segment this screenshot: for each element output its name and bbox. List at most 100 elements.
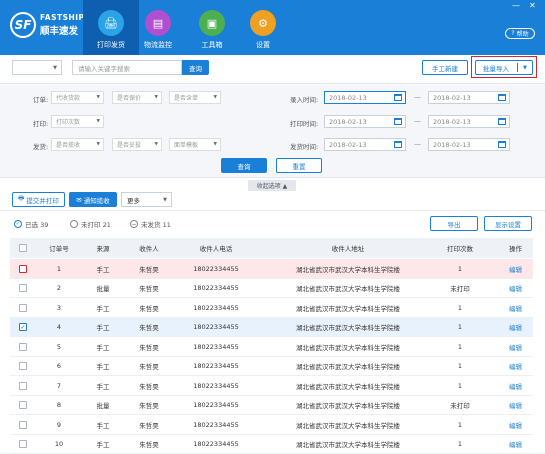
filter-panel: 订单: 代收货款 是否保价 是否含单 打印: 打印次数 发货: 是否揽收 是否妥… (0, 83, 545, 178)
contains-order-select[interactable]: 是否含单 (169, 91, 221, 104)
row-checkbox[interactable] (19, 304, 27, 312)
help-button[interactable]: ?帮助 (505, 28, 535, 39)
print-date-to[interactable]: 2018-02-13 (428, 115, 510, 128)
unprinted-count: 未打印 21 (70, 219, 111, 229)
table-row[interactable]: 3手工朱哲昊18022334455湖北省武汉市武汉大学本科生学院楼1编辑 (10, 298, 533, 318)
manual-new-button[interactable]: 手工新建 (422, 60, 468, 75)
order-no-cell: 7 (36, 376, 82, 396)
ship-date-to[interactable]: 2018-02-13 (428, 138, 510, 151)
row-checkbox[interactable] (19, 265, 27, 273)
entry-date-to[interactable]: 2018-02-13 (428, 91, 510, 104)
row-checkbox[interactable] (19, 382, 27, 390)
phone-cell: 18022334455 (174, 396, 258, 416)
print-count-select[interactable]: 打印次数 (51, 115, 104, 128)
print-date-from[interactable]: 2018-02-13 (324, 115, 406, 128)
brand-logo: SF FASTSHIP 顺丰速发 (10, 12, 85, 38)
delivered-select[interactable]: 是否妥投 (112, 138, 162, 151)
calendar-icon[interactable] (498, 141, 506, 148)
edit-link[interactable]: 编辑 (498, 396, 533, 416)
recipient-cell: 朱哲昊 (124, 298, 174, 318)
edit-link[interactable]: 编辑 (498, 435, 533, 454)
check-circle-icon: ✓ (14, 220, 22, 228)
ship-date-from[interactable]: 2018-02-13 (324, 138, 406, 151)
display-settings-button[interactable]: 显示设置 (484, 216, 532, 231)
close-button[interactable]: ✕ (529, 1, 536, 10)
col-actions[interactable]: 操作 (498, 238, 533, 258)
phone-cell: 18022334455 (174, 435, 258, 454)
col-print-count[interactable]: 打印次数 (420, 238, 500, 258)
pickup-select[interactable]: 是否揽收 (51, 138, 104, 151)
ship-label: 发货: (33, 141, 48, 151)
edit-link[interactable]: 编辑 (498, 337, 533, 357)
edit-link[interactable]: 编辑 (498, 259, 533, 279)
edit-link[interactable]: 编辑 (498, 298, 533, 318)
export-button[interactable]: 导出 (430, 216, 478, 231)
table-row[interactable]: 10手工朱哲昊18022334455湖北省武汉市武汉大学本科生学院楼1编辑 (10, 435, 533, 454)
edit-link[interactable]: 编辑 (498, 376, 533, 396)
row-checkbox[interactable] (19, 440, 27, 448)
address-cell: 湖北省武汉市武汉大学本科生学院楼 (258, 415, 438, 435)
row-checkbox[interactable]: ✓ (19, 323, 27, 331)
collapse-options-toggle[interactable]: 收起选项 ▲ (248, 180, 296, 191)
table-row[interactable]: 6手工朱哲昊18022334455湖北省武汉市武汉大学本科生学院楼1编辑 (10, 357, 533, 377)
calendar-icon[interactable] (394, 141, 402, 148)
source-cell: 批量 (82, 279, 124, 299)
search-input[interactable]: 请输入关键字搜索 (72, 60, 182, 75)
row-checkbox[interactable] (19, 421, 27, 429)
col-order-no[interactable]: 订单号 (36, 238, 82, 258)
cod-select[interactable]: 代收货款 (51, 91, 104, 104)
notify-pickup-button[interactable]: ✉通知揽收 (69, 192, 117, 207)
dropdown-caret-icon[interactable]: ▼ (523, 65, 527, 71)
col-source[interactable]: 来源 (82, 238, 124, 258)
row-checkbox[interactable] (19, 401, 27, 409)
filter-query-button[interactable]: 查询 (221, 158, 267, 173)
entry-date-from[interactable]: 2018-02-13 (324, 91, 406, 104)
table-row[interactable]: 2批量朱哲昊18022334455湖北省武汉市武汉大学本科生学院楼未打印编辑 (10, 279, 533, 299)
nav-toolbox[interactable]: ▣ 工具箱 (184, 0, 240, 55)
table-row[interactable]: 5手工朱哲昊18022334455湖北省武汉市武汉大学本科生学院楼1编辑 (10, 337, 533, 357)
col-address[interactable]: 收件人地址 (258, 238, 438, 258)
submit-print-button[interactable]: 🖶提交并打印 (12, 192, 65, 207)
table-row[interactable]: 7手工朱哲昊18022334455湖北省武汉市武汉大学本科生学院楼1编辑 (10, 376, 533, 396)
table-row[interactable]: 9手工朱哲昊18022334455湖北省武汉市武汉大学本科生学院楼1编辑 (10, 415, 533, 435)
row-checkbox[interactable] (19, 284, 27, 292)
edit-link[interactable]: 编辑 (498, 357, 533, 377)
source-cell: 手工 (82, 376, 124, 396)
calendar-icon[interactable] (498, 94, 506, 101)
more-select[interactable]: 更多▼ (121, 192, 172, 207)
edit-link[interactable]: 编辑 (498, 279, 533, 299)
nav-settings[interactable]: ⚙ 设置 (235, 0, 291, 55)
recipient-cell: 朱哲昊 (124, 279, 174, 299)
table-row[interactable]: 1手工朱哲昊18022334455湖北省武汉市武汉大学本科生学院楼1编辑 (10, 259, 533, 279)
brand-en: FASTSHIP (40, 13, 85, 22)
calendar-icon[interactable] (394, 94, 402, 101)
order-no-cell: 2 (36, 279, 82, 299)
select-all-checkbox[interactable] (19, 244, 27, 252)
address-cell: 湖北省武汉市武汉大学本科生学院楼 (258, 357, 438, 377)
order-no-cell: 10 (36, 435, 82, 454)
edit-link[interactable]: 编辑 (498, 318, 533, 338)
source-cell: 手工 (82, 435, 124, 454)
table-row[interactable]: 8批量朱哲昊18022334455湖北省武汉市武汉大学本科生学院楼未打印编辑 (10, 396, 533, 416)
waybill-template-select[interactable]: 面单模板 (169, 138, 221, 151)
row-checkbox[interactable] (19, 343, 27, 351)
print-count-cell: 1 (420, 337, 500, 357)
search-button[interactable]: 查询 (182, 60, 209, 75)
calendar-icon[interactable] (498, 118, 506, 125)
bulk-import-button[interactable]: 批量导入 ▼ (475, 60, 533, 75)
minimize-button[interactable]: — (512, 1, 520, 10)
col-phone[interactable]: 收件人电话 (174, 238, 258, 258)
row-checkbox[interactable] (19, 362, 27, 370)
calendar-icon[interactable] (394, 118, 402, 125)
search-type-select[interactable]: ▼ (12, 60, 62, 75)
table-row[interactable]: ✓4手工朱哲昊18022334455湖北省武汉市武汉大学本科生学院楼1编辑 (10, 318, 533, 338)
col-recipient[interactable]: 收件人 (124, 238, 174, 258)
recipient-cell: 朱哲昊 (124, 435, 174, 454)
edit-link[interactable]: 编辑 (498, 415, 533, 435)
source-cell: 手工 (82, 318, 124, 338)
insured-select[interactable]: 是否保价 (112, 91, 162, 104)
print-count-cell: 1 (420, 318, 500, 338)
nav-logistics-monitor[interactable]: ▤ 物流监控 (130, 0, 186, 55)
nav-label: 设置 (235, 40, 291, 50)
filter-reset-button[interactable]: 重置 (276, 158, 322, 173)
